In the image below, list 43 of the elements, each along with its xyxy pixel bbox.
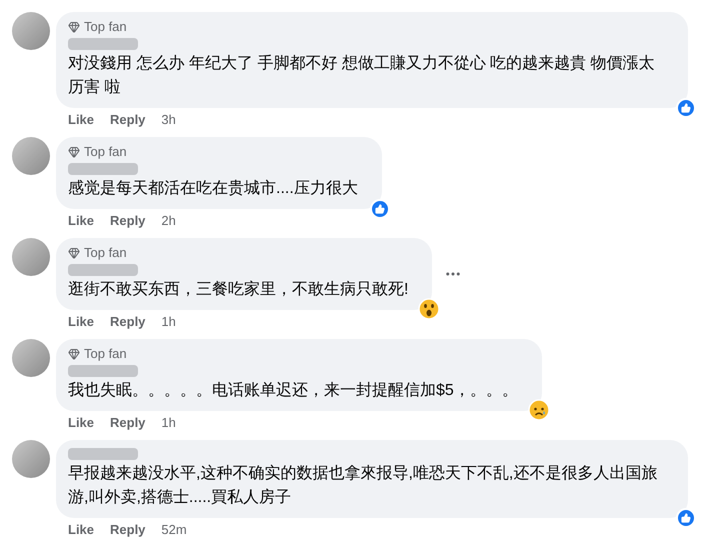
top-fan-label: Top fan	[84, 244, 127, 262]
blurred-name	[68, 448, 138, 460]
avatar[interactable]	[12, 440, 50, 478]
comment-text: 对没錢用 怎么办 年纪大了 手脚都不好 想做工賺又力不從心 吃的越来越貴 物價漲太历害 啦	[68, 54, 656, 98]
reply-link[interactable]: Reply	[110, 110, 146, 129]
comment-time: 3h	[161, 111, 176, 129]
avatar[interactable]	[12, 137, 50, 175]
top-fan-label: Top fan	[84, 345, 127, 363]
reply-link[interactable]: Reply	[110, 312, 146, 331]
comment-time: 1h	[161, 313, 176, 331]
diamond-icon	[68, 247, 80, 259]
diamond-icon	[68, 348, 80, 360]
like-reaction-icon	[370, 199, 390, 219]
reply-link[interactable]: Reply	[110, 520, 146, 539]
comment-text: 早报越来越没水平,这种不确实的数据也拿來报导,唯恐天下不乱,还不是很多人出国旅游,叫外卖,搭德士.....買私人房子	[68, 464, 658, 508]
top-fan-label: Top fan	[84, 18, 127, 36]
like-link[interactable]: Like	[68, 413, 94, 432]
top-fan-label: Top fan	[84, 143, 127, 161]
avatar[interactable]	[12, 12, 50, 50]
sad-face-icon	[528, 399, 550, 421]
like-link[interactable]: Like	[68, 312, 94, 331]
comment-time: 2h	[161, 212, 176, 230]
reply-link[interactable]: Reply	[110, 413, 146, 432]
comment-text: 我也失眠。。。。。电话账单迟还，来一封提醒信加$5，。。。	[68, 380, 519, 401]
comment-time: 1h	[161, 414, 176, 432]
blurred-name	[68, 163, 138, 175]
blurred-name	[68, 264, 138, 276]
blurred-name	[68, 38, 138, 50]
comment-time: 52m	[161, 521, 187, 539]
like-reaction-icon	[676, 508, 696, 528]
diamond-icon	[68, 146, 80, 158]
like-reaction-icon	[676, 98, 696, 118]
like-link[interactable]: Like	[68, 110, 94, 129]
like-link[interactable]: Like	[68, 520, 94, 539]
comment-text: 感觉是每天都活在吃在贵城市....压力很大	[68, 178, 359, 199]
surprised-face-icon	[418, 298, 440, 320]
avatar[interactable]	[12, 339, 50, 377]
avatar[interactable]	[12, 238, 50, 276]
like-link[interactable]: Like	[68, 211, 94, 230]
reply-link[interactable]: Reply	[110, 211, 146, 230]
blurred-name	[68, 365, 138, 377]
diamond-icon	[68, 21, 80, 33]
comment-text: 逛街不敢买东西，三餐吃家里，不敢生病只敢死!	[68, 280, 410, 300]
